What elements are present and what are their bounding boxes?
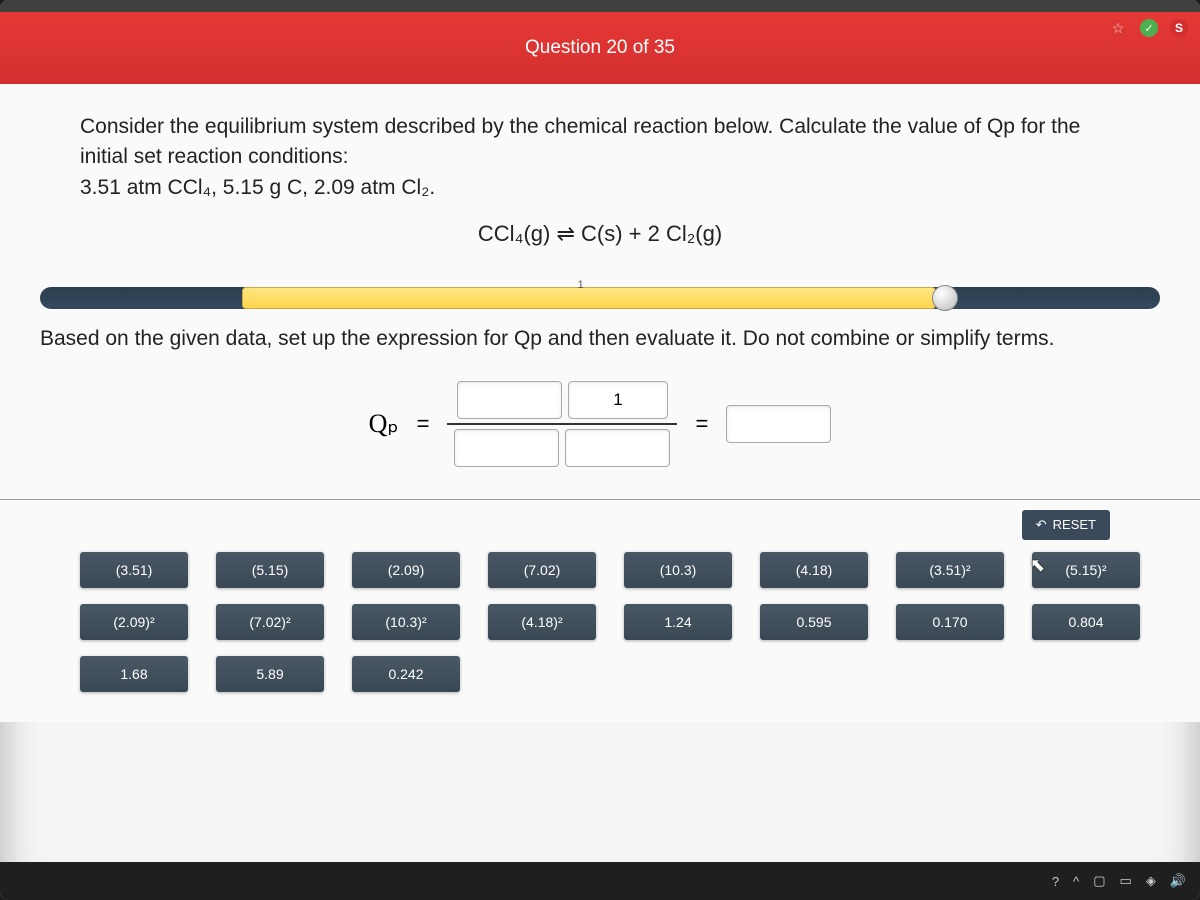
tile[interactable]: (2.09) [352, 552, 460, 588]
chemical-equation: CCl₄(g) ⇌ C(s) + 2 Cl₂(g) [80, 221, 1120, 247]
equals-sign-2: = [695, 411, 708, 437]
tile[interactable]: (3.51)² [896, 552, 1004, 588]
tile[interactable]: 1.68 [80, 656, 188, 692]
instruction-text: Based on the given data, set up the expr… [0, 313, 1200, 359]
answer-tiles-area: ↶ RESET (3.51) (5.15) (2.09) (7.02) (10.… [0, 500, 1200, 722]
tile[interactable]: (5.15) [216, 552, 324, 588]
undo-icon: ↶ [1036, 517, 1047, 533]
tiles-grid: (3.51) (5.15) (2.09) (7.02) (10.3) (4.18… [80, 552, 1140, 692]
tile[interactable]: (10.3) [624, 552, 732, 588]
progress-slider[interactable]: 1 [40, 283, 1160, 313]
tile[interactable]: (4.18) [760, 552, 868, 588]
tile[interactable]: 0.242 [352, 656, 460, 692]
qp-symbol: Qₚ [369, 409, 399, 439]
tile[interactable]: 1.24 [624, 604, 732, 640]
tile-row-3: 1.68 5.89 0.242 [80, 656, 1140, 692]
tray-app-icon[interactable]: ▢ [1093, 873, 1105, 889]
tile[interactable]: 0.170 [896, 604, 1004, 640]
help-icon[interactable]: ? [1052, 874, 1059, 889]
question-prompt: Consider the equilibrium system describe… [80, 112, 1120, 203]
favorite-icon[interactable]: ☆ [1108, 18, 1128, 38]
progress-slider-row: 1 [0, 265, 1200, 313]
denominator-drop-1[interactable] [454, 429, 559, 467]
tray-chevron-icon[interactable]: ^ [1073, 874, 1079, 889]
tile[interactable]: 0.804 [1032, 604, 1140, 640]
browser-action-icons: ☆ ✓ S [1108, 18, 1188, 38]
question-counter: Question 20 of 35 [525, 37, 675, 59]
reset-label: RESET [1053, 517, 1096, 532]
check-icon[interactable]: ✓ [1140, 19, 1158, 37]
extension-s-icon[interactable]: S [1170, 19, 1188, 37]
tile[interactable]: (10.3)² [352, 604, 460, 640]
windows-taskbar: ? ^ ▢ ▭ ◈ 🔊 [0, 862, 1200, 900]
tile-row-1: (3.51) (5.15) (2.09) (7.02) (10.3) (4.18… [80, 552, 1140, 588]
question-content: Consider the equilibrium system describe… [0, 84, 1200, 265]
numerator-drop-1[interactable] [457, 381, 562, 419]
result-drop[interactable] [726, 405, 831, 443]
fraction-line [447, 423, 677, 425]
tile[interactable]: 5.89 [216, 656, 324, 692]
wifi-icon[interactable]: ◈ [1146, 873, 1156, 889]
numerator-fixed: 1 [568, 381, 668, 419]
tile[interactable]: (3.51) [80, 552, 188, 588]
tile[interactable]: (4.18)² [488, 604, 596, 640]
expression-builder: Qₚ = 1 = [0, 359, 1200, 500]
equals-sign-1: = [417, 411, 430, 437]
slider-fill [242, 287, 936, 309]
tile[interactable]: (2.09)² [80, 604, 188, 640]
tile[interactable]: (7.02)² [216, 604, 324, 640]
browser-top-bar [0, 0, 1200, 12]
volume-icon[interactable]: 🔊 [1170, 873, 1186, 889]
fraction-block: 1 [447, 381, 677, 467]
tile[interactable]: (5.15)² [1032, 552, 1140, 588]
tile[interactable]: (7.02) [488, 552, 596, 588]
denominator-drop-2[interactable] [565, 429, 670, 467]
quiz-header: Question 20 of 35 [0, 12, 1200, 84]
slider-tick-label: 1 [578, 279, 584, 291]
tile[interactable]: 0.595 [760, 604, 868, 640]
battery-icon[interactable]: ▭ [1120, 873, 1132, 889]
tile-row-2: (2.09)² (7.02)² (10.3)² (4.18)² 1.24 0.5… [80, 604, 1140, 640]
reset-button[interactable]: ↶ RESET [1022, 510, 1110, 540]
